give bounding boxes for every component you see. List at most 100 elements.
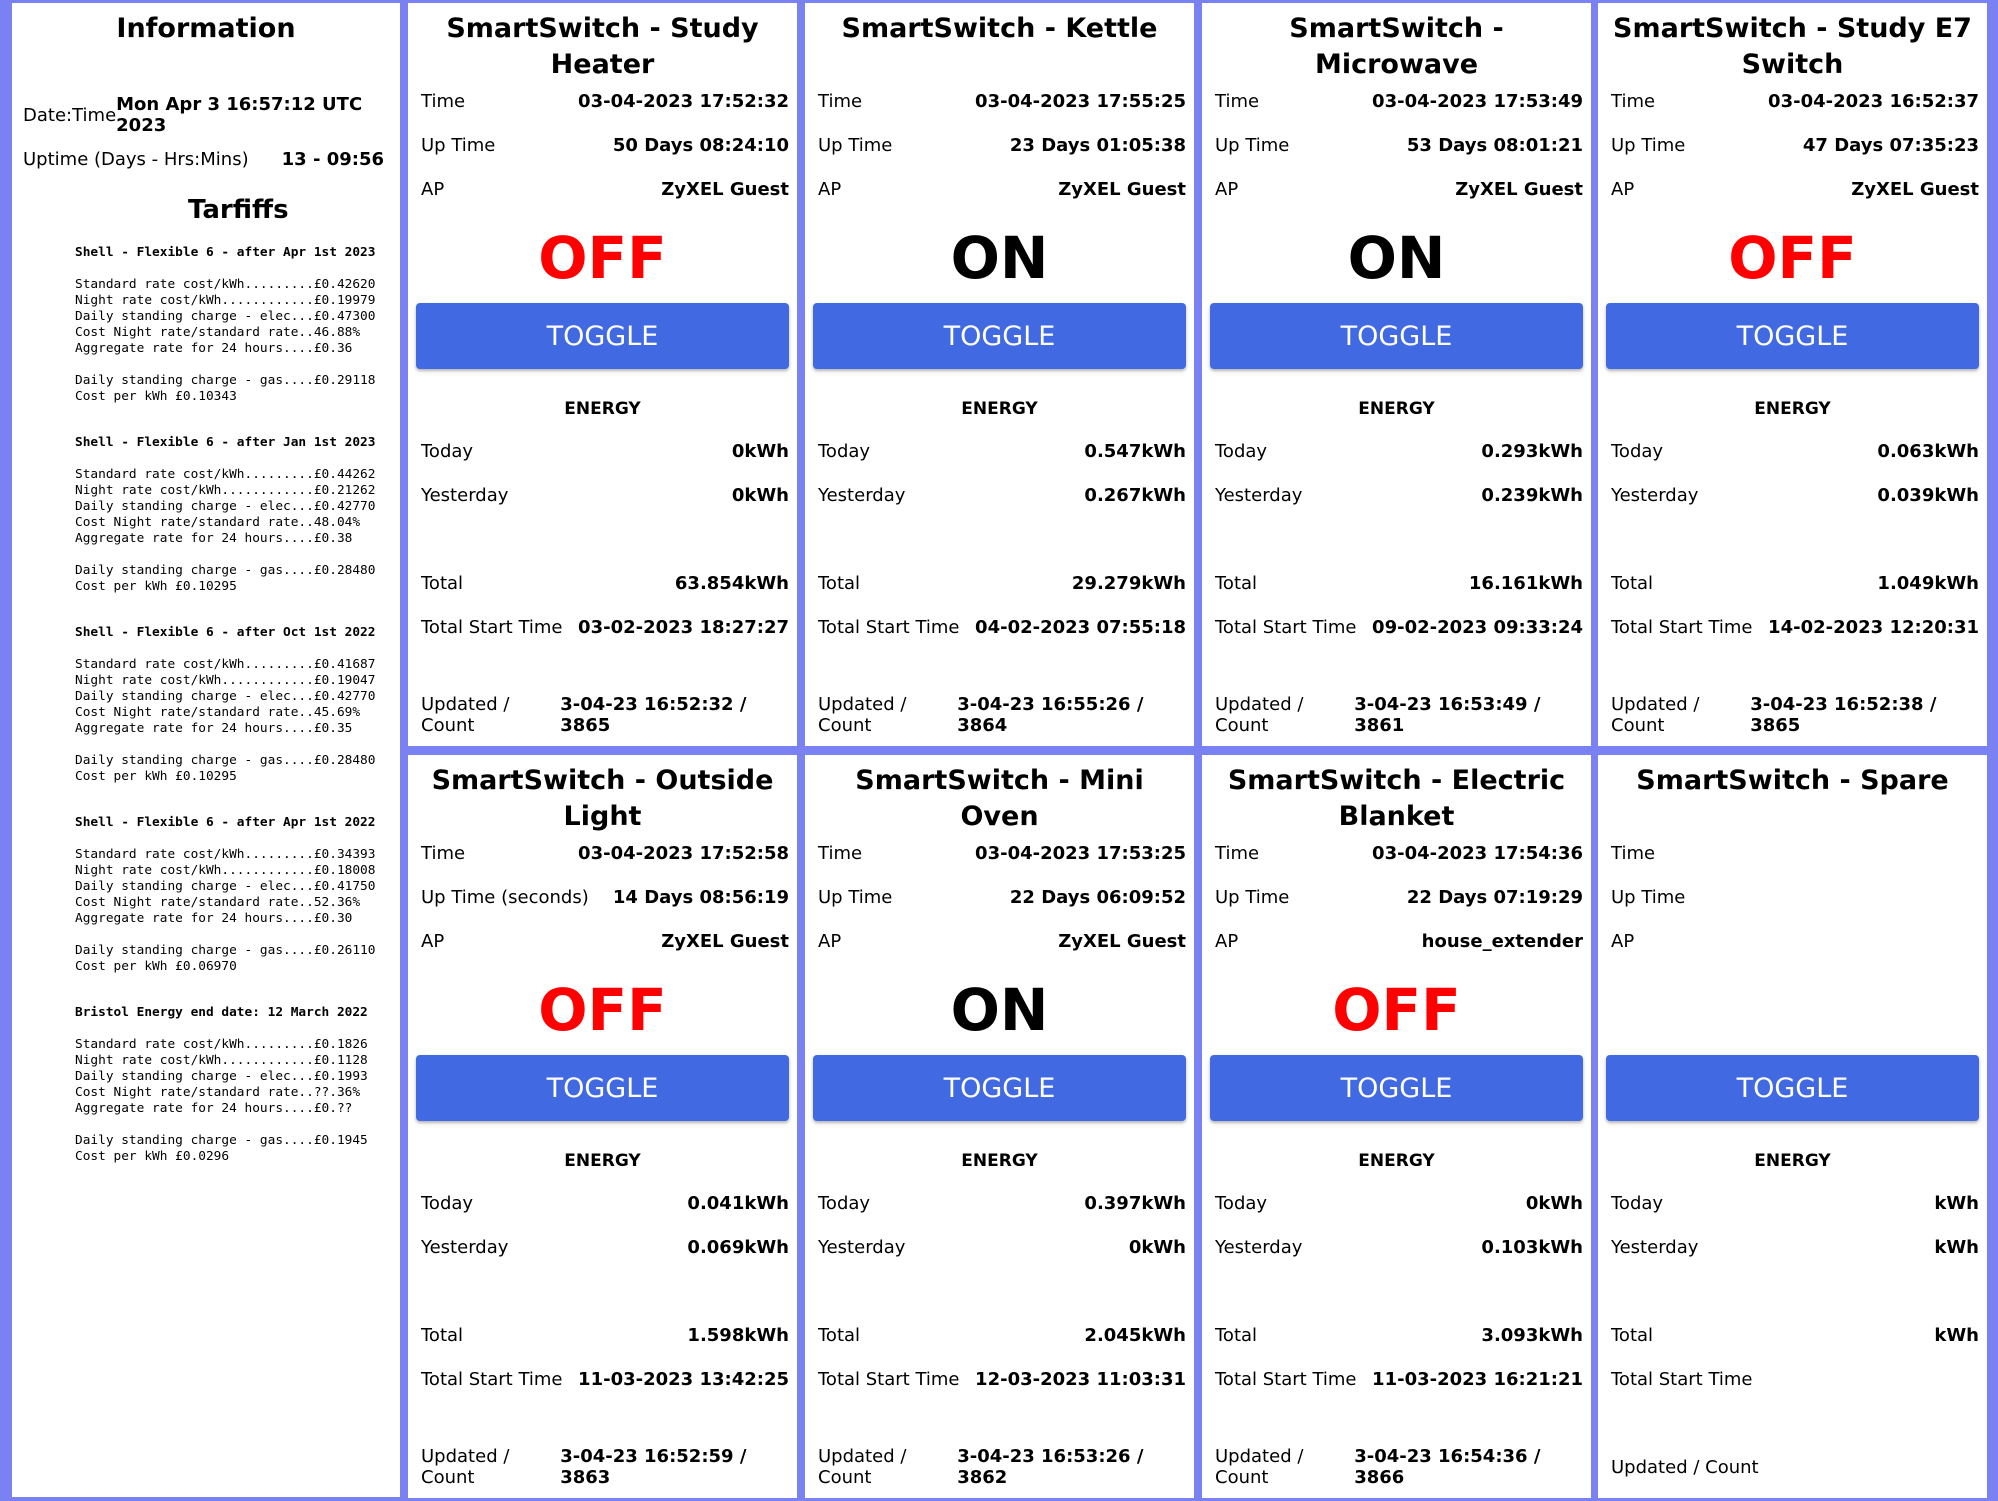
info-row-uptime: Uptime (Days - Hrs:Mins) 13 - 09:56: [12, 137, 400, 181]
switch-state: OFF: [1728, 224, 1857, 292]
row-time: Time: [1598, 831, 1987, 875]
row-total: Total 29.279kWh: [805, 561, 1194, 605]
row-updated: Updated / Count 3-04-23 16:53:26 / 3862: [805, 1445, 1194, 1489]
row-ap: AP: [1598, 919, 1987, 963]
row-ap: AP ZyXEL Guest: [408, 919, 797, 963]
toggle-button[interactable]: TOGGLE: [1210, 303, 1583, 369]
row-today: Today 0.397kWh: [805, 1181, 1194, 1225]
row-value: 03-04-2023 17:53:25: [975, 842, 1186, 864]
row-value: 09-02-2023 09:33:24: [1372, 616, 1583, 638]
row-label: Total Start Time: [1215, 616, 1357, 638]
row-uptime: Up Time 22 Days 07:19:29: [1202, 875, 1591, 919]
row-today: Today 0.293kWh: [1202, 429, 1591, 473]
row-total: Total 1.598kWh: [408, 1313, 797, 1357]
row-label: Updated / Count: [818, 694, 907, 736]
row-value: 11-03-2023 16:21:21: [1372, 1368, 1583, 1390]
row-label: AP: [1611, 930, 1635, 952]
row-label: Yesterday: [1611, 484, 1699, 506]
row-label: Up Time: [1611, 886, 1686, 908]
row-label: Updated / Count: [1215, 1446, 1304, 1488]
row-label: Total Start Time: [1215, 1368, 1357, 1390]
row-yesterday: Yesterday 0.239kWh: [1202, 473, 1591, 517]
row-value: 0kWh: [731, 440, 789, 462]
toggle-button[interactable]: TOGGLE: [1210, 1055, 1583, 1121]
card-title: SmartSwitch - Study Heater: [446, 13, 759, 80]
row-label: Updated / Count: [1611, 694, 1700, 736]
row-label: Updated / Count: [818, 1446, 907, 1488]
row-value: 3-04-23 16:53:26 / 3862: [957, 1446, 1144, 1488]
row-value: 29.279kWh: [1071, 572, 1186, 594]
row-value: 0.267kWh: [1084, 484, 1186, 506]
row-yesterday: Yesterday 0kWh: [805, 1225, 1194, 1269]
row-value: 0kWh: [731, 484, 789, 506]
row-label: Up Time: [818, 886, 893, 908]
toggle-button[interactable]: TOGGLE: [416, 303, 789, 369]
row-total: Total 2.045kWh: [805, 1313, 1194, 1357]
toggle-button[interactable]: TOGGLE: [813, 1055, 1186, 1121]
row-total-start: Total Start Time 11-03-2023 16:21:21: [1202, 1357, 1591, 1401]
tariff-heading: Shell - Flexible 6 - after Apr 1st 2022: [75, 815, 376, 830]
row-value: kWh: [1934, 1236, 1979, 1258]
row-value: 0.103kWh: [1481, 1236, 1583, 1258]
tariff-list: Shell - Flexible 6 - after Apr 1st 2023 S…: [12, 245, 400, 1165]
row-yesterday: Yesterday 0.039kWh: [1598, 473, 1987, 517]
row-updated: Updated / Count: [1598, 1445, 1987, 1489]
row-value: 3-04-23 16:52:59 / 3863: [560, 1446, 747, 1488]
card-title: SmartSwitch - Kettle: [841, 13, 1158, 44]
toggle-button[interactable]: TOGGLE: [1606, 1055, 1979, 1121]
row-time: Time 03-04-2023 16:52:37: [1598, 79, 1987, 123]
row-time: Time 03-04-2023 17:52:58: [408, 831, 797, 875]
switch-card: SmartSwitch - Spare Time Up Time AP TOGGLE EN…: [1598, 755, 1987, 1498]
row-label: Up Time: [1215, 134, 1290, 156]
information-title: Information: [116, 13, 296, 44]
row-uptime: Up Time (seconds) 14 Days 08:56:19: [408, 875, 797, 919]
card-title: SmartSwitch - Microwave: [1289, 13, 1504, 80]
row-updated: Updated / Count 3-04-23 16:52:32 / 3865: [408, 693, 797, 737]
row-total: Total 63.854kWh: [408, 561, 797, 605]
row-time: Time 03-04-2023 17:52:32: [408, 79, 797, 123]
row-label: AP: [421, 930, 445, 952]
row-label: Total Start Time: [1611, 1368, 1753, 1390]
toggle-button[interactable]: TOGGLE: [416, 1055, 789, 1121]
row-value: 03-04-2023 17:54:36: [1372, 842, 1583, 864]
row-label: Time: [1215, 842, 1260, 864]
energy-heading: ENERGY: [564, 399, 641, 419]
row-updated: Updated / Count 3-04-23 16:55:26 / 3864: [805, 693, 1194, 737]
row-value: 3-04-23 16:54:36 / 3866: [1354, 1446, 1541, 1488]
row-label: AP: [1215, 178, 1239, 200]
row-ap: AP ZyXEL Guest: [408, 167, 797, 211]
row-yesterday: Yesterday 0kWh: [408, 473, 797, 517]
tariff-gas-rates: Daily standing charge - gas....£0.28480 …: [75, 563, 376, 594]
row-value: 03-04-2023 17:52:32: [578, 90, 789, 112]
row-ap: AP ZyXEL Guest: [805, 167, 1194, 211]
toggle-button[interactable]: TOGGLE: [813, 303, 1186, 369]
row-value: ZyXEL Guest: [1851, 178, 1979, 200]
switch-state: ON: [950, 976, 1049, 1044]
row-label: Yesterday: [818, 1236, 906, 1258]
row-label: Up Time: [818, 134, 893, 156]
toggle-button[interactable]: TOGGLE: [1606, 303, 1979, 369]
info-value: 13 - 09:56: [281, 148, 384, 170]
row-updated: Updated / Count 3-04-23 16:54:36 / 3866: [1202, 1445, 1591, 1489]
row-label: Today: [818, 1192, 871, 1214]
row-time: Time 03-04-2023 17:54:36: [1202, 831, 1591, 875]
row-label: Total: [818, 1324, 861, 1346]
row-label: Time: [1215, 90, 1260, 112]
row-label: Total Start Time: [818, 616, 960, 638]
row-value: 23 Days 01:05:38: [1009, 134, 1186, 156]
card-title: SmartSwitch - Study E7 Switch: [1613, 13, 1972, 80]
row-total-start: Total Start Time 14-02-2023 12:20:31: [1598, 605, 1987, 649]
row-value: 0kWh: [1525, 1192, 1583, 1214]
switch-state: ON: [1347, 224, 1446, 292]
row-value: 2.045kWh: [1084, 1324, 1186, 1346]
row-uptime: Up Time: [1598, 875, 1987, 919]
row-value: 11-03-2023 13:42:25: [578, 1368, 789, 1390]
row-time: Time 03-04-2023 17:53:49: [1202, 79, 1591, 123]
row-label: Today: [1611, 1192, 1664, 1214]
